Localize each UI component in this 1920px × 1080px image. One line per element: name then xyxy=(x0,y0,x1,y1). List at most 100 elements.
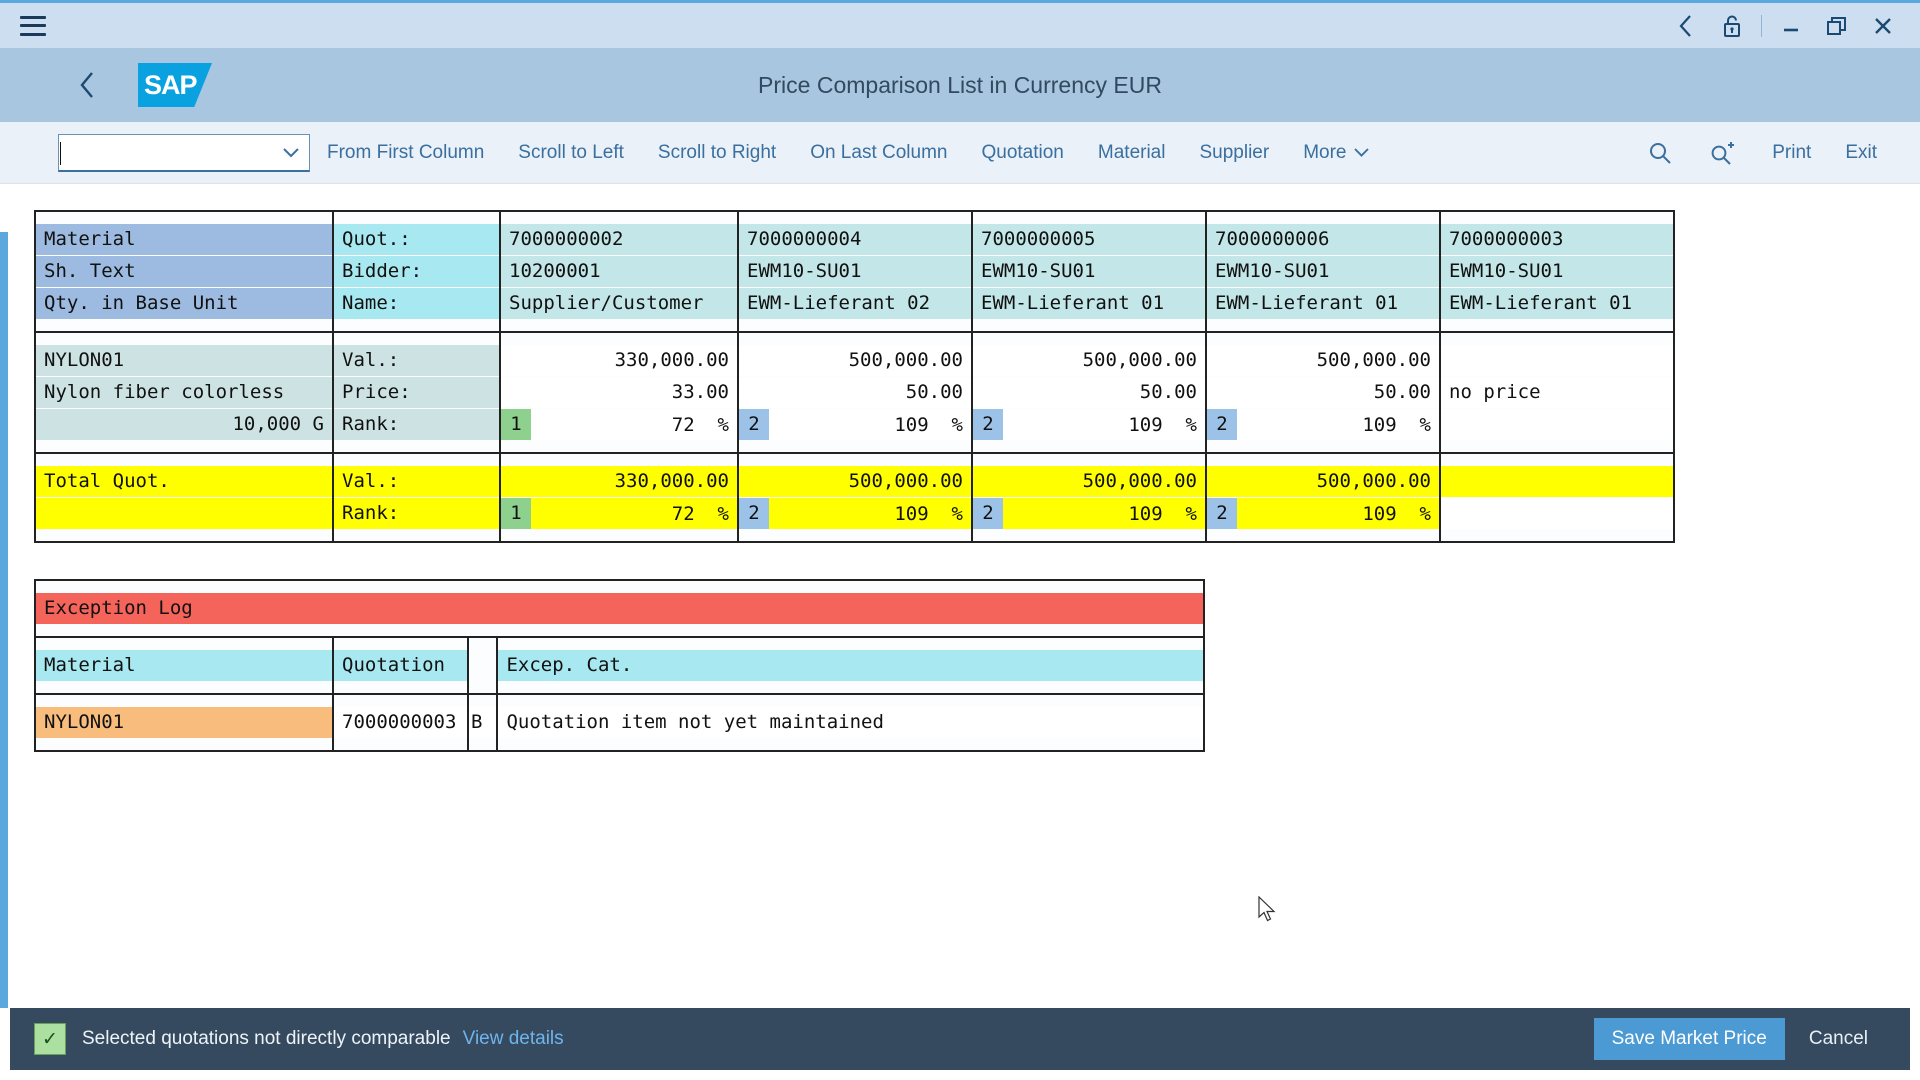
total-cell-value-labels: Val.: Rank: xyxy=(333,453,501,542)
exception-log-row[interactable]: NYLON01 7000000003 B Quotation item not … xyxy=(35,694,1204,751)
rank-badge: 1 xyxy=(501,409,531,440)
bidder-name: Supplier/Customer xyxy=(501,288,737,319)
checkbox-checked-icon: ✓ xyxy=(34,1023,66,1055)
toolbar-button-from-first-column[interactable]: From First Column xyxy=(310,133,501,173)
total-rank-row: 1 72 % xyxy=(501,498,737,529)
rank-badge: 2 xyxy=(1207,409,1237,440)
minimize-icon[interactable] xyxy=(1768,3,1814,49)
item-price: 33.00 xyxy=(501,377,737,408)
main-content: Material Sh. Text Qty. in Base Unit Quot… xyxy=(0,184,1920,1008)
exception-log-table: Exception Log Material Quotation Excep. … xyxy=(34,579,1206,752)
total-label-filler xyxy=(36,498,332,529)
item-no-price: no price xyxy=(1441,377,1673,408)
table-total-row: Total Quot. Val.: Rank: 330,000.00 1 72 … xyxy=(35,453,1674,542)
quotation-number: 7000000005 xyxy=(973,224,1205,255)
toolbar-button-supplier[interactable]: Supplier xyxy=(1182,133,1286,173)
navigation-back-button[interactable] xyxy=(64,62,110,108)
exception-category-value: Quotation item not yet maintained xyxy=(498,707,1204,738)
bidder-name: EWM-Lieferant 01 xyxy=(1441,288,1673,319)
label-rank: Rank: xyxy=(334,409,499,440)
item-price: 50.00 xyxy=(739,377,971,408)
cancel-button[interactable]: Cancel xyxy=(1791,1018,1886,1060)
header-label-short-text: Sh. Text xyxy=(36,256,332,287)
bidder-name: EWM-Lieferant 02 xyxy=(739,288,971,319)
bidder-number: EWM10-SU01 xyxy=(973,256,1205,287)
sap-logo-text: SAP xyxy=(144,69,198,100)
item-quantity: 10,000 G xyxy=(36,409,332,440)
exception-quotation-value: 7000000003 xyxy=(334,707,467,738)
header-cell-quotation-4[interactable]: 7000000006 EWM10-SU01 EWM-Lieferant 01 xyxy=(1206,211,1441,333)
label-price: Price: xyxy=(334,377,499,408)
rank-badge: 2 xyxy=(739,409,769,440)
header-cell-quotation-5[interactable]: 7000000003 EWM10-SU01 EWM-Lieferant 01 xyxy=(1440,211,1674,333)
item-value: 500,000.00 xyxy=(973,345,1205,376)
exception-header-code xyxy=(468,637,499,695)
item-rank-row: 2 109 % xyxy=(1207,409,1439,440)
table-item-row: NYLON01 Nylon fiber colorless 10,000 G V… xyxy=(35,332,1674,454)
rank-percent: 72 % xyxy=(671,502,729,525)
bidder-number: EWM10-SU01 xyxy=(739,256,971,287)
exception-log-header-row: Material Quotation Excep. Cat. xyxy=(35,637,1205,695)
toolbar-button-on-last-column[interactable]: On Last Column xyxy=(793,133,964,173)
toolbar-button-label: Scroll to Right xyxy=(657,141,777,163)
total-rank-row: 2 109 % xyxy=(1207,498,1439,529)
table-header-row: Material Sh. Text Qty. in Base Unit Quot… xyxy=(35,211,1674,333)
item-cell-quotation-1: 330,000.00 33.00 1 72 % xyxy=(500,332,739,454)
restore-icon[interactable] xyxy=(1814,3,1860,49)
unlock-icon[interactable] xyxy=(1709,3,1755,49)
toolbar-button-scroll-to-right[interactable]: Scroll to Right xyxy=(641,133,793,173)
hamburger-menu-icon[interactable] xyxy=(20,15,46,36)
rank-badge: 2 xyxy=(1207,498,1237,529)
item-material: NYLON01 xyxy=(36,345,332,376)
total-rank-row: 2 109 % xyxy=(739,498,971,529)
rank-percent: 109 % xyxy=(1128,502,1197,525)
header-cell-quotation-2[interactable]: 7000000004 EWM10-SU01 EWM-Lieferant 02 xyxy=(738,211,973,333)
exception-header-quotation: Quotation xyxy=(333,637,469,695)
rank-badge: 2 xyxy=(973,498,1003,529)
exception-header-category-label: Excep. Cat. xyxy=(498,650,1204,681)
titlebar-divider xyxy=(1761,14,1762,37)
toolbar-button-label: Material xyxy=(1097,141,1166,163)
toolbar-button-material[interactable]: Material xyxy=(1081,133,1183,173)
mouse-cursor xyxy=(1258,895,1278,929)
rank-percent: 109 % xyxy=(1362,413,1431,436)
quotation-number: 7000000002 xyxy=(501,224,737,255)
rank-percent: 109 % xyxy=(1362,502,1431,525)
total-cell-quotation-2: 500,000.00 2 109 % xyxy=(738,453,973,542)
item-cell-quotation-5: no price xyxy=(1440,332,1674,454)
toolbar-button-quotation[interactable]: Quotation xyxy=(964,133,1080,173)
item-cell-quotation-2: 500,000.00 50.00 2 109 % xyxy=(738,332,973,454)
total-value: 500,000.00 xyxy=(1207,466,1439,497)
toolbar-button-label: More xyxy=(1303,141,1347,163)
toolbar-button-more[interactable]: More xyxy=(1286,133,1387,173)
chevron-down-icon[interactable] xyxy=(281,145,301,159)
search-icon[interactable] xyxy=(1629,140,1691,166)
header-label-name: Name: xyxy=(334,288,499,319)
item-rank-row: 2 109 % xyxy=(973,409,1205,440)
rank-badge: 1 xyxy=(501,498,531,529)
header-label-quantity: Qty. in Base Unit xyxy=(36,288,332,319)
toolbar-button-label: Print xyxy=(1772,141,1812,163)
exception-header-category: Excep. Cat. xyxy=(497,637,1205,695)
view-details-link[interactable]: View details xyxy=(463,1028,564,1050)
header-label-quot: Quot.: xyxy=(334,224,499,255)
rank-percent: 109 % xyxy=(1128,413,1197,436)
header-cell-quotation-1[interactable]: 7000000002 10200001 Supplier/Customer xyxy=(500,211,739,333)
close-icon[interactable] xyxy=(1860,3,1906,49)
footer-message: Selected quotations not directly compara… xyxy=(82,1028,451,1049)
toolbar-button-exit[interactable]: Exit xyxy=(1828,133,1894,173)
quotation-number: 7000000006 xyxy=(1207,224,1439,255)
header-cell-quotation-3[interactable]: 7000000005 EWM10-SU01 EWM-Lieferant 01 xyxy=(972,211,1207,333)
total-rank-empty xyxy=(1441,498,1673,529)
search-plus-icon[interactable] xyxy=(1691,140,1755,166)
rank-percent: 72 % xyxy=(671,413,729,436)
page-title: Price Comparison List in Currency EUR xyxy=(758,71,1162,98)
back-chevron-icon[interactable] xyxy=(1663,3,1709,49)
toolbar-button-label: Exit xyxy=(1845,141,1877,163)
rank-percent: 109 % xyxy=(894,502,963,525)
toolbar-button-scroll-to-left[interactable]: Scroll to Left xyxy=(501,133,641,173)
toolbar-button-print[interactable]: Print xyxy=(1755,133,1828,173)
total-cell-label: Total Quot. xyxy=(35,453,334,542)
column-select-combobox[interactable] xyxy=(58,133,310,172)
save-market-price-button[interactable]: Save Market Price xyxy=(1593,1018,1785,1060)
